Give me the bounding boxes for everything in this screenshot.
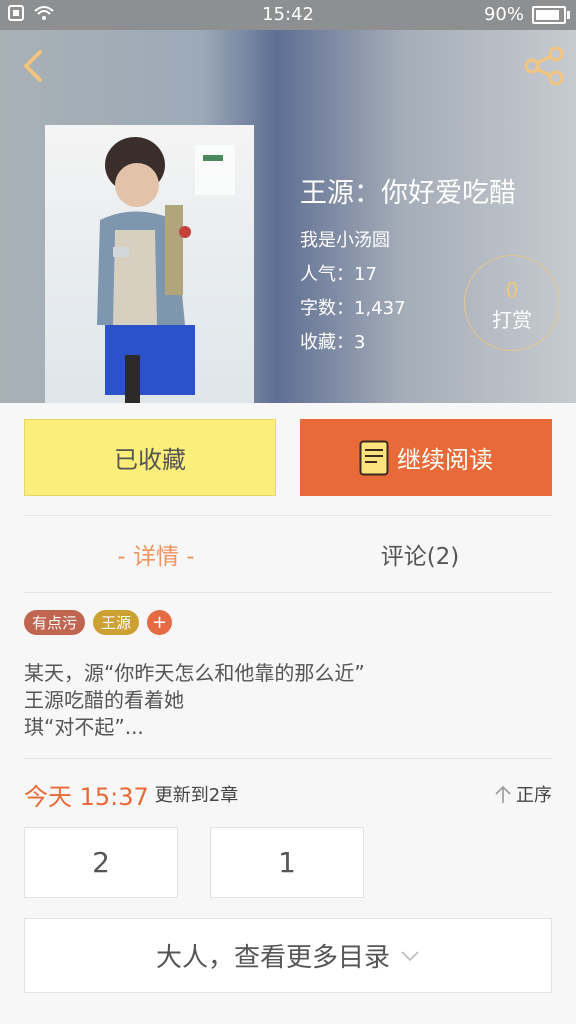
add-tag-button[interactable]: + [147, 610, 173, 635]
update-text: 更新到2章 [154, 785, 239, 806]
tag-item[interactable]: 有点污 [24, 610, 86, 635]
description-line: 某天，源“你昨天怎么和他靠的那么近” [24, 661, 365, 685]
book-cover [45, 125, 254, 403]
book-header: 王源：你好爱吃醋 我是小汤圆 人气：17 字数：1,437 收藏：3 0 打赏 [0, 30, 576, 403]
update-row: 今天 15:37 更新到2章 正序 [24, 776, 552, 812]
divider [24, 592, 552, 593]
favorited-label: 已收藏 [114, 446, 186, 474]
sort-toggle[interactable]: 正序 [494, 781, 552, 807]
tip-button[interactable]: 0 打赏 [464, 255, 560, 351]
tag-item[interactable]: 王源 [93, 610, 140, 635]
book-description: 某天，源“你昨天怎么和他靠的那么近” 王源吃醋的看着她 琪“对不起”... [24, 660, 365, 741]
tag-list: 有点污 王源 + [24, 610, 173, 635]
favorited-button[interactable]: 已收藏 [24, 419, 276, 496]
battery-fill [536, 9, 560, 20]
battery-percent: 90% [483, 4, 524, 25]
update-time: 今天 15:37 [24, 782, 149, 811]
share-icon[interactable] [522, 44, 566, 88]
book-author[interactable]: 我是小汤圆 [300, 224, 516, 258]
chevron-down-icon [401, 950, 419, 961]
description-line: 王源吃醋的看着她 [24, 688, 184, 712]
sort-label: 正序 [516, 785, 552, 806]
book-title: 王源：你好爱吃醋 [300, 178, 516, 209]
tab-bar: - 详情 - 评论(2) [24, 516, 552, 592]
battery-icon [532, 5, 570, 24]
more-chapters-button[interactable]: 大人，查看更多目录 [24, 918, 552, 993]
description-line: 琪“对不起”... [24, 715, 144, 739]
divider [24, 758, 552, 759]
cover-illustration [97, 137, 235, 403]
tab-details[interactable]: - 详情 - [24, 516, 288, 592]
status-bar: 15:42 90% [0, 0, 576, 30]
continue-reading-label: 继续阅读 [397, 446, 493, 474]
arrow-up-icon [495, 785, 511, 803]
chapter-button[interactable]: 2 [24, 827, 178, 898]
tip-count: 0 [505, 278, 519, 302]
tip-label: 打赏 [492, 308, 532, 332]
continue-reading-button[interactable]: 继续阅读 [300, 419, 552, 496]
status-right: 90% [483, 4, 570, 25]
tab-comments[interactable]: 评论(2) [288, 516, 552, 592]
book-icon [359, 440, 389, 475]
chapter-button[interactable]: 1 [210, 827, 364, 898]
more-chapters-label: 大人，查看更多目录 [155, 943, 390, 973]
back-icon[interactable] [14, 46, 54, 86]
